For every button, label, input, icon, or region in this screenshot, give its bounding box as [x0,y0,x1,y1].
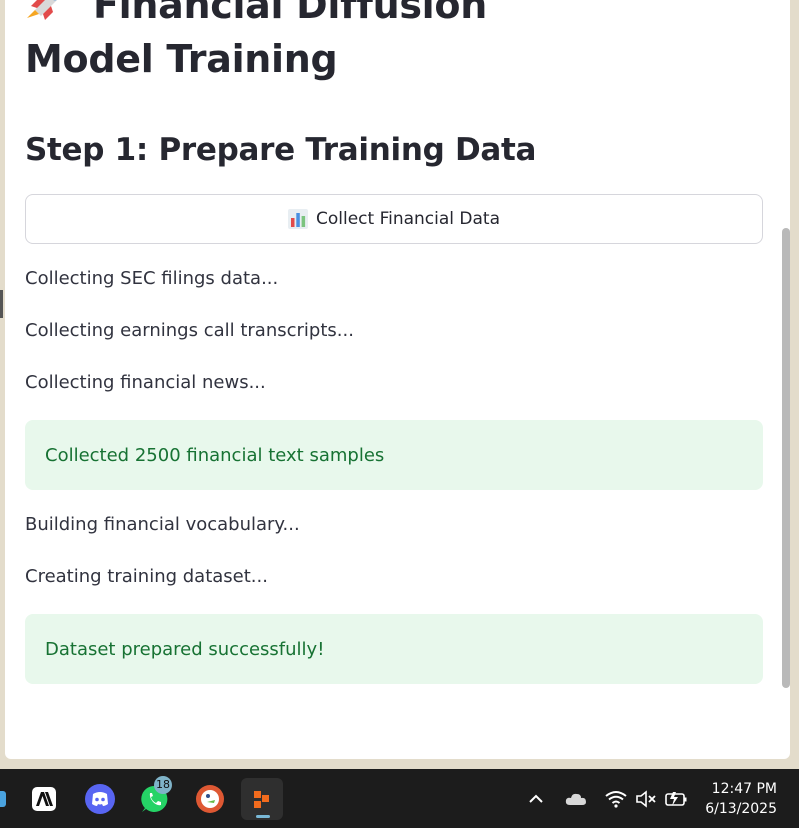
whatsapp-icon[interactable]: 18 [134,776,176,820]
scrollbar-thumb[interactable] [782,228,790,688]
anthropic-logo-icon [32,787,56,811]
wifi-icon[interactable] [604,787,628,811]
active-app-indicator [256,815,270,818]
notification-badge: 18 [154,776,172,794]
cloud-icon[interactable] [564,787,588,811]
success-alert-dataset: Dataset prepared successfully! [25,614,763,684]
page-title: Financial Diffusion Model Training [25,0,625,86]
taskbar: 18 12:47 PM 6/13/2025 [0,769,799,828]
step-heading: Step 1: Prepare Training Data [25,132,537,168]
log-line-financial-news: Collecting financial news... [25,372,266,393]
partial-app-icon[interactable] [0,791,6,807]
log-line-sec-filings: Collecting SEC filings data... [25,268,279,289]
discord-icon[interactable] [79,778,121,820]
collect-button-label: Collect Financial Data [315,209,501,229]
app-logo-icon [254,791,269,808]
log-line-vocabulary: Building financial vocabulary... [25,514,300,535]
duckduckgo-logo-icon [196,785,224,813]
log-line-earnings-calls: Collecting earnings call transcripts... [25,320,354,341]
success-alert-samples: Collected 2500 financial text samples [25,420,763,490]
chevron-up-icon[interactable] [524,787,548,811]
system-clock[interactable]: 12:47 PM 6/13/2025 [705,779,777,819]
volume-muted-icon[interactable] [634,787,658,811]
battery-icon[interactable] [664,787,688,811]
vertical-scrollbar[interactable] [782,228,790,688]
window-edge-marker [0,290,3,318]
collect-financial-data-button[interactable]: Collect Financial Data [25,194,763,244]
discord-logo-icon [85,784,115,814]
duckduckgo-icon[interactable] [189,778,231,820]
terminal-app-icon[interactable] [241,778,283,820]
anthropic-app-icon[interactable] [23,778,65,820]
rocket-icon [27,0,57,20]
clock-date: 6/13/2025 [705,801,777,817]
app-window: Financial Diffusion Model Training Step … [5,0,790,759]
log-line-dataset: Creating training dataset... [25,566,268,587]
clock-time: 12:47 PM [711,781,777,797]
success-alert-text: Dataset prepared successfully! [45,638,325,660]
success-alert-text: Collected 2500 financial text samples [45,444,385,466]
bar-chart-icon [287,209,308,229]
